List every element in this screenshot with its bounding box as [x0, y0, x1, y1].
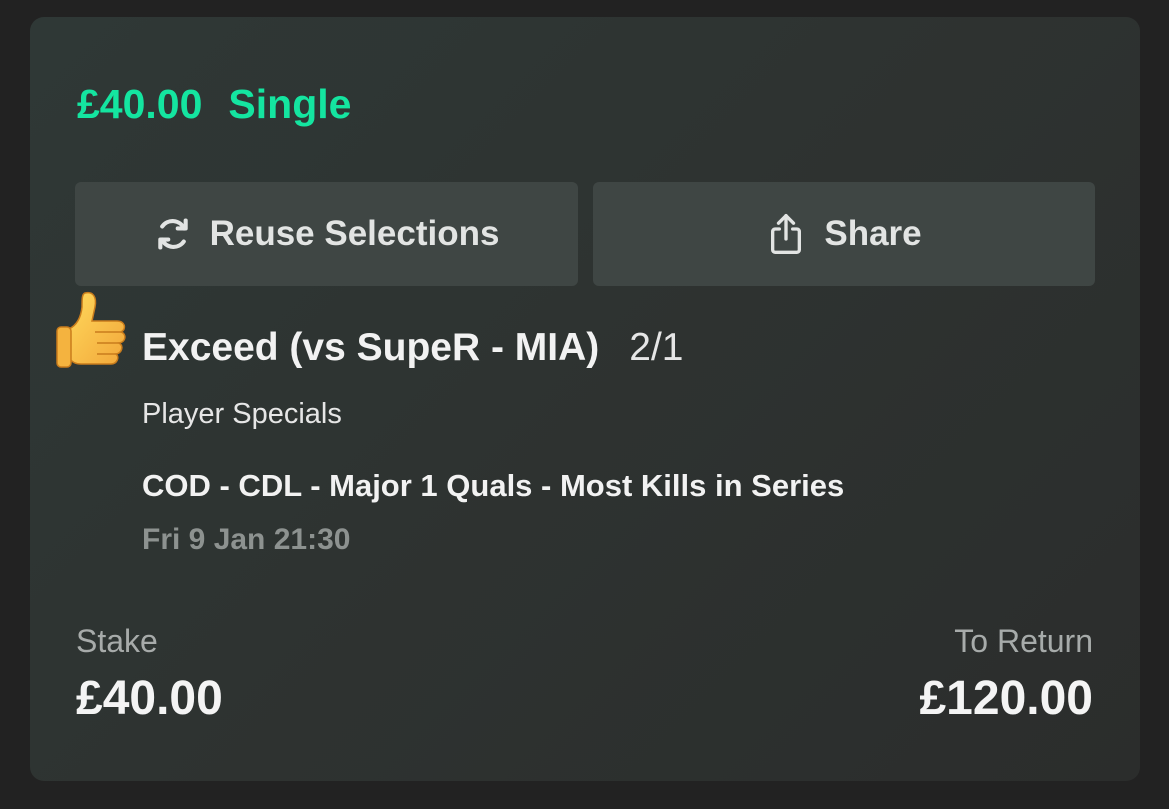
- share-icon: [766, 212, 806, 256]
- selection-name: Exceed (vs SupeR - MIA): [142, 326, 600, 369]
- stake-label: Stake: [76, 623, 158, 659]
- event-datetime: Fri 9 Jan 21:30: [142, 523, 351, 556]
- reuse-selections-label: Reuse Selections: [209, 214, 500, 253]
- selection-title: Exceed (vs SupeR - MIA) 2/1: [142, 323, 684, 373]
- thumbs-up-icon: [55, 289, 131, 371]
- to-return-label: To Return: [954, 623, 1093, 659]
- share-label: Share: [824, 214, 922, 253]
- bet-type: Single: [228, 81, 352, 127]
- reuse-selections-button[interactable]: Reuse Selections: [75, 182, 578, 286]
- stake-value: £40.00: [76, 672, 223, 725]
- bet-stake-amount: £40.00: [77, 81, 203, 127]
- refresh-icon: [154, 215, 192, 253]
- share-button[interactable]: Share: [593, 182, 1095, 286]
- event-name: COD - CDL - Major 1 Quals - Most Kills i…: [142, 468, 845, 503]
- selection-odds: 2/1: [629, 326, 684, 369]
- bet-header: £40.00 Single: [77, 79, 351, 129]
- to-return-value: £120.00: [919, 672, 1093, 725]
- bet-card: £40.00 Single Reuse Selections Share Exc…: [30, 17, 1140, 781]
- market-type: Player Specials: [142, 398, 342, 430]
